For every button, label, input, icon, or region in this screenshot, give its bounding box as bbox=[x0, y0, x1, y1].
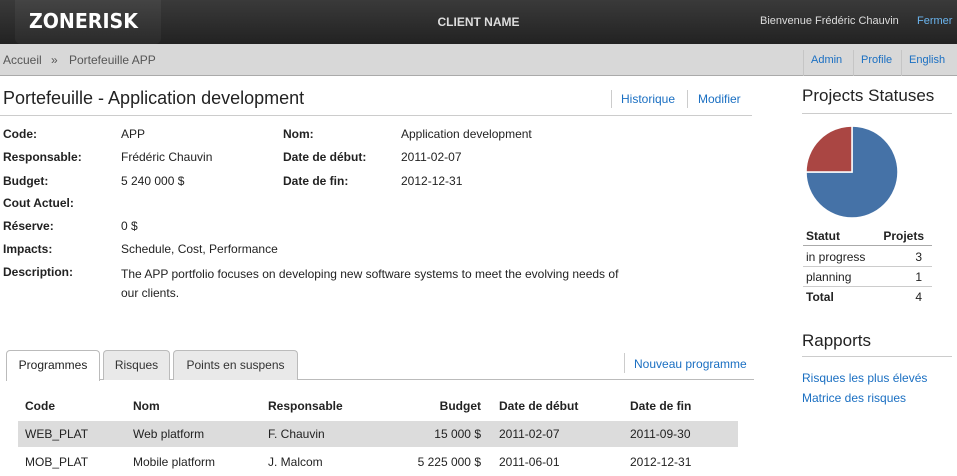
nom-value: Application development bbox=[401, 127, 532, 141]
impacts-label: Impacts: bbox=[3, 242, 53, 256]
cell-code: WEB_PLAT bbox=[25, 427, 89, 441]
sidebar-divider bbox=[802, 356, 952, 357]
col-header-budget[interactable]: Budget bbox=[400, 399, 481, 413]
history-link[interactable]: Historique bbox=[621, 92, 675, 106]
col-header-nom[interactable]: Nom bbox=[133, 399, 160, 413]
cell-date-fin: 2012-12-31 bbox=[630, 455, 692, 469]
projects-statuses-title: Projects Statuses bbox=[802, 86, 935, 105]
total-value: 4 bbox=[915, 290, 922, 304]
cell-nom: Web platform bbox=[133, 427, 205, 441]
nav-profile[interactable]: Profile bbox=[853, 50, 899, 76]
cell-code: MOB_PLAT bbox=[25, 455, 89, 469]
responsable-value: Frédéric Chauvin bbox=[121, 150, 213, 164]
divider bbox=[624, 353, 625, 373]
reserve-label: Réserve: bbox=[3, 219, 54, 233]
col-header-responsable[interactable]: Responsable bbox=[268, 399, 343, 413]
tab-points-en-suspens[interactable]: Points en suspens bbox=[173, 350, 298, 380]
breadcrumb: Accueil » Portefeuille APP Admin Profile… bbox=[0, 44, 957, 76]
status-table-header: Statut Projets bbox=[803, 226, 932, 246]
reserve-value: 0 $ bbox=[121, 219, 138, 233]
cell-budget: 15 000 $ bbox=[434, 427, 481, 441]
sidebar-divider bbox=[802, 113, 952, 114]
cell-date-debut: 2011-02-07 bbox=[499, 427, 560, 441]
report-link-risk-matrix[interactable]: Matrice des risques bbox=[802, 391, 906, 405]
description-label: Description: bbox=[3, 265, 74, 279]
responsable-label: Responsable: bbox=[3, 150, 82, 164]
divider bbox=[611, 90, 612, 108]
date-fin-label: Date de fin: bbox=[283, 174, 349, 188]
logout-link[interactable]: Fermer bbox=[917, 15, 952, 27]
cell-responsable: F. Chauvin bbox=[268, 427, 325, 441]
top-bar: ZONERISK CLIENT NAME Bienvenue Frédéric … bbox=[0, 0, 957, 44]
report-link-highest-risks[interactable]: Risques les plus élevés bbox=[802, 371, 927, 385]
code-value: APP bbox=[121, 127, 146, 141]
cout-actuel-label: Cout Actuel: bbox=[3, 196, 74, 210]
nom-label: Nom: bbox=[283, 127, 314, 141]
date-debut-value: 2011-02-07 bbox=[401, 150, 462, 164]
table-row[interactable]: WEB_PLAT Web platform F. Chauvin 15 000 … bbox=[18, 421, 738, 447]
breadcrumb-home[interactable]: Accueil bbox=[3, 53, 42, 67]
breadcrumb-separator: » bbox=[51, 53, 58, 67]
page-title: Portefeuille - Application development bbox=[3, 88, 305, 108]
reports-title: Rapports bbox=[802, 331, 871, 350]
description-value: The APP portfolio focuses on developing … bbox=[121, 267, 619, 300]
welcome-text: Bienvenue Frédéric Chauvin bbox=[760, 15, 899, 27]
status-count: 1 bbox=[915, 270, 922, 284]
code-label: Code: bbox=[3, 127, 37, 141]
status-row: in progress 3 bbox=[803, 247, 932, 267]
table-row[interactable]: MOB_PLAT Mobile platform J. Malcom 5 225… bbox=[18, 449, 738, 475]
divider bbox=[687, 90, 688, 108]
budget-value: 5 240 000 $ bbox=[121, 174, 185, 188]
new-program-link[interactable]: Nouveau programme bbox=[634, 357, 747, 371]
nav-admin[interactable]: Admin bbox=[803, 50, 849, 76]
col-header-date-debut[interactable]: Date de début bbox=[499, 399, 578, 413]
date-debut-label: Date de début: bbox=[283, 150, 367, 164]
status-name: in progress bbox=[806, 250, 866, 264]
date-fin-value: 2012-12-31 bbox=[401, 174, 463, 188]
tab-risques[interactable]: Risques bbox=[103, 350, 170, 380]
pie-slice-planning bbox=[805, 125, 853, 173]
col-header-date-fin[interactable]: Date de fin bbox=[630, 399, 691, 413]
status-total-row: Total 4 bbox=[803, 287, 932, 307]
col-header-statut: Statut bbox=[806, 229, 840, 243]
title-divider bbox=[0, 115, 752, 116]
impacts-value: Schedule, Cost, Performance bbox=[121, 242, 278, 256]
status-count: 3 bbox=[915, 250, 922, 264]
cell-date-fin: 2011-09-30 bbox=[630, 427, 691, 441]
col-header-code[interactable]: Code bbox=[25, 399, 55, 413]
cell-nom: Mobile platform bbox=[133, 455, 216, 469]
col-header-projets: Projets bbox=[883, 229, 924, 243]
budget-label: Budget: bbox=[3, 174, 49, 188]
nav-english[interactable]: English bbox=[901, 50, 952, 76]
tab-programmes[interactable]: Programmes bbox=[6, 350, 100, 381]
cell-date-debut: 2011-06-01 bbox=[499, 455, 560, 469]
status-row: planning 1 bbox=[803, 267, 932, 287]
cell-budget: 5 225 000 $ bbox=[417, 455, 481, 469]
cell-responsable: J. Malcom bbox=[268, 455, 323, 469]
total-label: Total bbox=[806, 290, 834, 304]
status-pie-chart bbox=[805, 125, 899, 219]
edit-link[interactable]: Modifier bbox=[698, 92, 741, 106]
breadcrumb-current: Portefeuille APP bbox=[69, 53, 156, 67]
status-name: planning bbox=[806, 270, 852, 284]
